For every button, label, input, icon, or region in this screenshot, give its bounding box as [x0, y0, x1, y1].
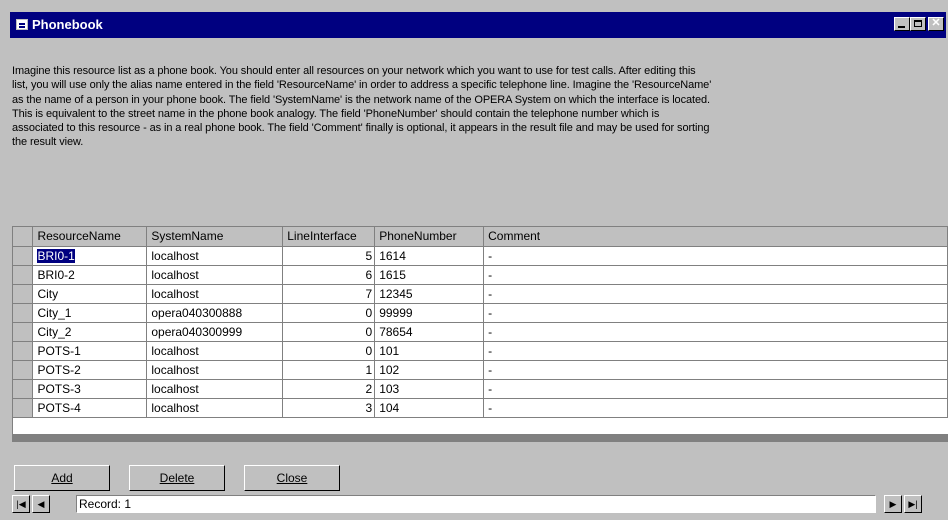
row-selector[interactable]	[13, 360, 34, 380]
table-row[interactable]: City localhost 7 12345 -	[13, 284, 948, 304]
instructions-text: Imagine this resource list as a phone bo…	[12, 65, 712, 149]
line-interface-cell[interactable]: 0	[282, 322, 376, 342]
row-selector[interactable]	[13, 246, 34, 266]
row-selector[interactable]	[13, 341, 34, 361]
table-row[interactable]: POTS-3 localhost 2 103 -	[13, 379, 948, 399]
row-selector[interactable]	[13, 303, 34, 323]
comment-cell[interactable]: -	[483, 398, 948, 418]
line-interface-cell[interactable]: 1	[282, 360, 376, 380]
grid-empty-area	[13, 434, 948, 442]
selected-cell-text: BRI0-1	[37, 248, 75, 263]
system-name-cell[interactable]: localhost	[146, 265, 284, 285]
app-icon	[16, 19, 28, 30]
comment-cell[interactable]: -	[483, 284, 948, 304]
previous-record-icon: ◀	[37, 499, 45, 509]
window-title: Phonebook	[32, 17, 103, 32]
row-selector[interactable]	[13, 379, 34, 399]
next-record-button[interactable]: ▶	[884, 495, 902, 513]
column-header-resourcename[interactable]: ResourceName	[32, 227, 148, 247]
system-name-cell[interactable]: opera040300888	[146, 303, 284, 323]
row-selector[interactable]	[13, 284, 34, 304]
comment-cell[interactable]: -	[483, 322, 948, 342]
title-bar[interactable]: Phonebook ✕	[10, 12, 946, 38]
system-name-cell[interactable]: opera040300999	[146, 322, 284, 342]
resource-name-cell[interactable]: POTS-2	[32, 360, 148, 380]
system-name-cell[interactable]: localhost	[146, 246, 284, 266]
line-interface-cell[interactable]: 5	[282, 246, 376, 266]
table-row[interactable]: City_2 opera040300999 0 78654 -	[13, 322, 948, 342]
column-header-lineinterface[interactable]: LineInterface	[282, 227, 376, 247]
table-row[interactable]: POTS-2 localhost 1 102 -	[13, 360, 948, 380]
phone-number-cell[interactable]: 1614	[374, 246, 485, 266]
phone-number-cell[interactable]: 78654	[374, 322, 485, 342]
comment-cell[interactable]: -	[483, 303, 948, 323]
table-row[interactable]: POTS-1 localhost 0 101 -	[13, 341, 948, 361]
phone-number-cell[interactable]: 99999	[374, 303, 485, 323]
row-selector[interactable]	[13, 265, 34, 285]
header-row: ResourceName SystemName LineInterface Ph…	[13, 227, 948, 247]
minimize-icon	[898, 26, 905, 28]
resource-name-cell[interactable]: POTS-3	[32, 379, 148, 399]
table-row[interactable]: BRI0-2 localhost 6 1615 -	[13, 265, 948, 285]
phone-number-cell[interactable]: 103	[374, 379, 485, 399]
phone-number-cell[interactable]: 12345	[374, 284, 485, 304]
add-button[interactable]: Add	[14, 465, 110, 491]
comment-cell[interactable]: -	[483, 379, 948, 399]
row-selector[interactable]	[13, 398, 34, 418]
close-button[interactable]: Close	[244, 465, 340, 491]
comment-cell[interactable]: -	[483, 265, 948, 285]
resource-name-cell[interactable]: POTS-1	[32, 341, 148, 361]
close-window-button[interactable]: ✕	[928, 17, 944, 31]
phone-number-cell[interactable]: 102	[374, 360, 485, 380]
column-header-phonenumber[interactable]: PhoneNumber	[374, 227, 485, 247]
last-record-button[interactable]: ▶|	[904, 495, 922, 513]
record-navigator: |◀ ◀ Record: 1 ▶ ▶|	[12, 494, 946, 514]
first-record-button[interactable]: |◀	[12, 495, 30, 513]
maximize-icon	[914, 20, 922, 27]
last-record-icon: ▶|	[908, 499, 918, 509]
line-interface-cell[interactable]: 7	[282, 284, 376, 304]
window-controls: ✕	[894, 17, 944, 31]
resource-name-cell[interactable]: City	[32, 284, 148, 304]
system-name-cell[interactable]: localhost	[146, 398, 284, 418]
next-record-icon: ▶	[889, 499, 897, 509]
maximize-button[interactable]	[910, 17, 926, 31]
line-interface-cell[interactable]: 2	[282, 379, 376, 399]
close-icon: ✕	[931, 17, 941, 29]
resource-name-cell[interactable]: City_1	[32, 303, 148, 323]
record-position-field[interactable]: Record: 1	[76, 495, 876, 513]
phone-number-cell[interactable]: 101	[374, 341, 485, 361]
button-bar: Add Delete Close	[14, 465, 359, 491]
line-interface-cell[interactable]: 0	[282, 341, 376, 361]
line-interface-cell[interactable]: 3	[282, 398, 376, 418]
row-selector[interactable]	[13, 322, 34, 342]
comment-cell[interactable]: -	[483, 341, 948, 361]
comment-cell[interactable]: -	[483, 360, 948, 380]
system-name-cell[interactable]: localhost	[146, 341, 284, 361]
system-name-cell[interactable]: localhost	[146, 284, 284, 304]
table-row[interactable]: POTS-4 localhost 3 104 -	[13, 398, 948, 418]
column-header-systemname[interactable]: SystemName	[146, 227, 284, 247]
resource-name-cell[interactable]: BRI0-1	[32, 246, 148, 266]
phone-number-cell[interactable]: 1615	[374, 265, 485, 285]
resource-name-cell[interactable]: City_2	[32, 322, 148, 342]
comment-cell[interactable]: -	[483, 246, 948, 266]
line-interface-cell[interactable]: 0	[282, 303, 376, 323]
column-header-comment[interactable]: Comment	[483, 227, 948, 247]
row-selector-header[interactable]	[13, 227, 34, 247]
resource-grid[interactable]: ResourceName SystemName LineInterface Ph…	[12, 226, 948, 442]
table-row[interactable]: City_1 opera040300888 0 99999 -	[13, 303, 948, 323]
first-record-icon: |◀	[16, 499, 26, 509]
system-name-cell[interactable]: localhost	[146, 379, 284, 399]
delete-button[interactable]: Delete	[129, 465, 225, 491]
line-interface-cell[interactable]: 6	[282, 265, 376, 285]
phone-number-cell[interactable]: 104	[374, 398, 485, 418]
table-row[interactable]: BRI0-1 localhost 5 1614 -	[13, 246, 948, 266]
minimize-button[interactable]	[894, 17, 910, 31]
previous-record-button[interactable]: ◀	[32, 495, 50, 513]
resource-name-cell[interactable]: POTS-4	[32, 398, 148, 418]
resource-name-cell[interactable]: BRI0-2	[32, 265, 148, 285]
system-name-cell[interactable]: localhost	[146, 360, 284, 380]
